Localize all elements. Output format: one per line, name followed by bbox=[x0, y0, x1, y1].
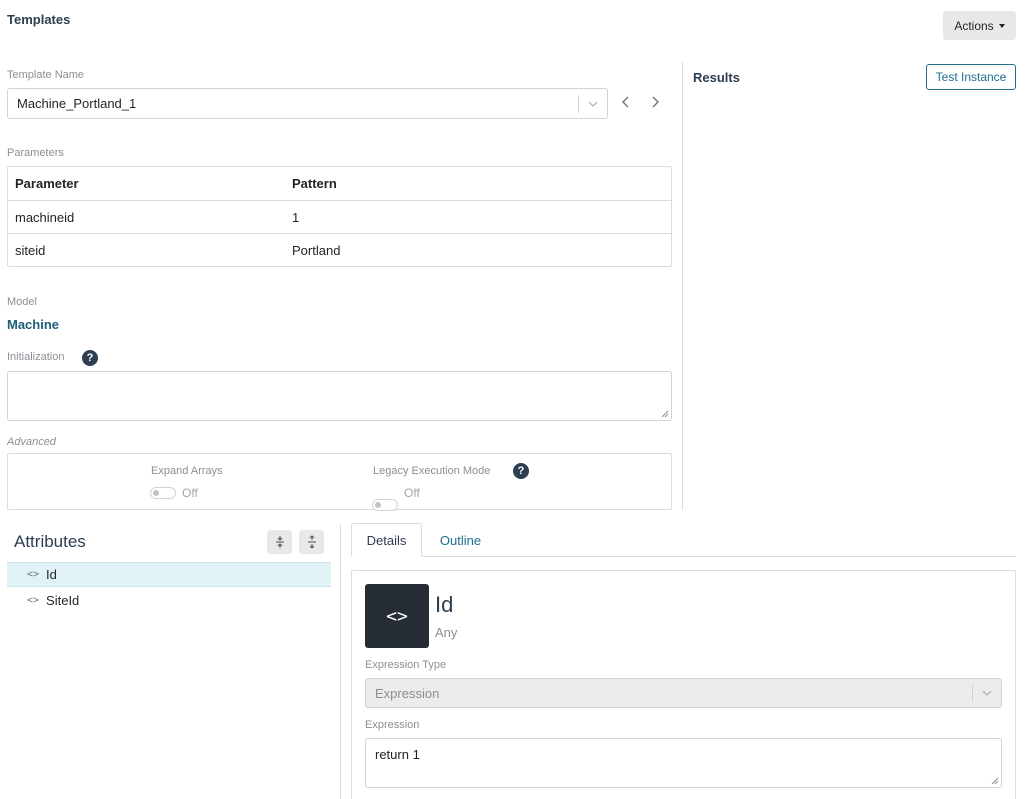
chevron-down-icon bbox=[579, 101, 607, 107]
legacy-mode-state: Off bbox=[404, 486, 420, 500]
next-template-icon[interactable] bbox=[649, 95, 663, 109]
expand-icon bbox=[307, 535, 316, 549]
legacy-mode-toggle[interactable] bbox=[372, 499, 398, 511]
code-icon: <> bbox=[27, 569, 40, 580]
attribute-tree-item-siteid[interactable]: <> SiteId bbox=[7, 588, 331, 613]
advanced-label: Advanced bbox=[7, 436, 56, 448]
detail-attribute-name: Id bbox=[435, 592, 454, 617]
parameters-label: Parameters bbox=[7, 147, 64, 159]
expression-label: Expression bbox=[365, 719, 420, 731]
column-header-pattern: Pattern bbox=[292, 176, 337, 191]
panel-divider bbox=[682, 62, 683, 510]
actions-label: Actions bbox=[954, 18, 994, 33]
attribute-name: SiteId bbox=[46, 593, 80, 608]
column-header-parameter: Parameter bbox=[15, 176, 79, 191]
expression-textarea[interactable]: return 1 bbox=[365, 738, 1002, 788]
results-title: Results bbox=[693, 70, 740, 85]
tab-details[interactable]: Details bbox=[351, 523, 422, 557]
table-row[interactable]: siteid Portland bbox=[8, 233, 671, 266]
table-header-row: Parameter Pattern bbox=[8, 167, 671, 200]
template-name-value: Machine_Portland_1 bbox=[17, 96, 137, 111]
test-instance-button[interactable]: Test Instance bbox=[926, 64, 1016, 90]
parameter-cell: siteid bbox=[15, 242, 46, 258]
code-icon: <> bbox=[365, 584, 429, 648]
collapse-icon bbox=[275, 536, 284, 548]
collapse-all-button[interactable] bbox=[267, 530, 292, 554]
previous-template-icon[interactable] bbox=[618, 95, 632, 109]
legacy-mode-label: Legacy Execution Mode bbox=[373, 465, 491, 477]
attribute-tree-item-id[interactable]: <> Id bbox=[7, 562, 331, 587]
pattern-cell: Portland bbox=[292, 242, 341, 258]
expand-arrays-state: Off bbox=[182, 486, 198, 500]
pattern-cell: 1 bbox=[292, 209, 300, 225]
initialization-label: Initialization bbox=[7, 351, 65, 363]
expression-type-label: Expression Type bbox=[365, 659, 447, 671]
help-icon[interactable]: ? bbox=[82, 350, 98, 366]
expand-arrays-toggle[interactable] bbox=[150, 487, 176, 499]
detail-attribute-type: Any bbox=[435, 625, 458, 640]
resize-handle-icon[interactable] bbox=[991, 777, 999, 785]
template-name-select[interactable]: Machine_Portland_1 bbox=[7, 88, 608, 119]
model-value[interactable]: Machine bbox=[7, 317, 59, 332]
expand-arrays-label: Expand Arrays bbox=[151, 465, 223, 477]
help-icon[interactable]: ? bbox=[513, 463, 529, 479]
parameters-table: Parameter Pattern machineid 1 siteid Por… bbox=[7, 166, 672, 267]
attribute-name: Id bbox=[46, 567, 57, 582]
chevron-down-icon bbox=[973, 690, 1001, 696]
attributes-divider bbox=[340, 524, 341, 799]
template-name-label: Template Name bbox=[7, 69, 85, 81]
parameter-cell: machineid bbox=[15, 209, 75, 225]
advanced-options-box bbox=[7, 453, 672, 510]
caret-down-icon bbox=[998, 23, 1005, 28]
expand-all-button[interactable] bbox=[299, 530, 324, 554]
expression-type-select[interactable]: Expression bbox=[365, 678, 1002, 708]
page-title: Templates bbox=[7, 12, 71, 27]
model-label: Model bbox=[7, 296, 37, 308]
resize-handle-icon[interactable] bbox=[661, 410, 669, 418]
tab-outline[interactable]: Outline bbox=[422, 523, 499, 557]
table-row[interactable]: machineid 1 bbox=[8, 200, 671, 233]
actions-dropdown-button[interactable]: Actions bbox=[943, 11, 1016, 40]
attributes-title: Attributes bbox=[14, 532, 86, 551]
code-icon: <> bbox=[27, 595, 40, 606]
initialization-textarea[interactable] bbox=[7, 371, 672, 421]
expression-type-value: Expression bbox=[375, 685, 440, 701]
